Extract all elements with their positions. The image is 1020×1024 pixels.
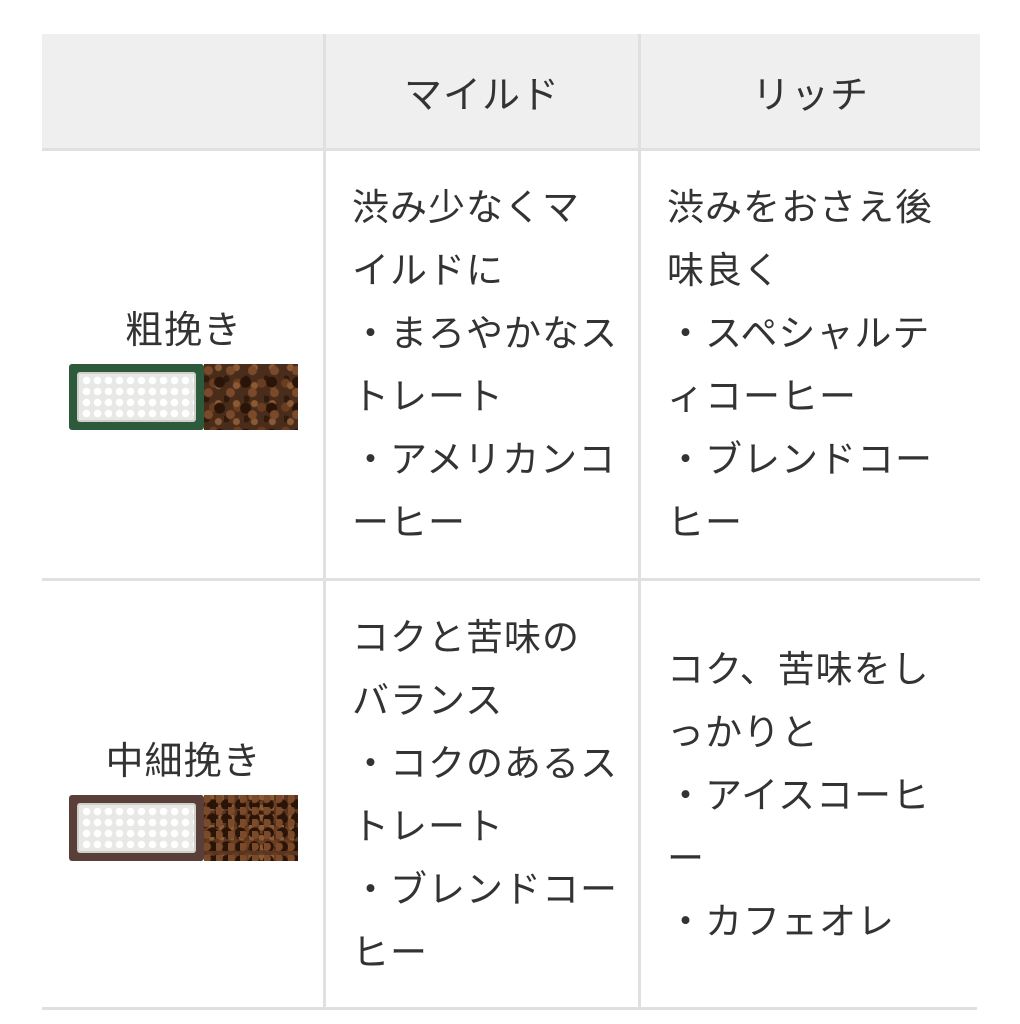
desc-line: ヒー [667,500,743,544]
desc-line: ・コクのあるス [352,742,618,785]
grind-label: 粗挽き [124,308,242,352]
grind-label: 中細挽き [105,738,262,783]
desc-line: 味良く [667,248,781,292]
desc-line: 渋み少なくマ [352,185,580,229]
grinder-blade [69,364,204,430]
table-bottom-border [42,1007,977,1010]
medium-fine-grinder-icon [69,794,298,861]
grind-taste-table: マイルド リッチ 粗挽き 渋み少なくマ イルドに ・まろやかなス トレート ・ア… [42,34,980,1009]
desc-line: ーヒー [352,500,466,544]
grinder-blade [69,794,204,861]
desc-line: ・アイスコーヒ [667,773,931,817]
cell-coarse-rich: 渋みをおさえ後 味良く ・スペシャルテ ィコーヒー ・ブレンドコー ヒー [641,151,980,578]
coarse-grinder-icon [69,364,298,430]
desc-line: っかりと [667,710,819,754]
row-label-coarse: 粗挽き [42,151,323,578]
cell-coarse-mild: 渋み少なくマ イルドに ・まろやかなス トレート ・アメリカンコ ーヒー [326,151,638,578]
coarse-grounds-image [204,364,298,430]
medium-fine-grounds-image [204,794,298,861]
desc-line: ー [667,836,705,880]
desc-line: コク、苦味をし [667,647,930,691]
row-label-medium-fine: 中細挽き [42,581,323,1009]
cell-medium-fine-rich: コク、苦味をし っかりと ・アイスコーヒ ー ・カフェオレ [641,581,980,1009]
desc-line: ・ブレンドコー [352,868,618,911]
desc-line: 渋みをおさえ後 [667,185,933,229]
desc-line: トレート [352,805,504,848]
desc-line: ・アメリカンコ [352,437,617,481]
desc-line: イルドに [352,248,504,292]
desc-line: トレート [352,374,504,418]
desc-line: ・ブレンドコー [667,437,933,481]
desc-line: バランス [352,679,504,722]
header-empty-cell [42,34,323,148]
header-mild: マイルド [326,34,638,148]
cell-medium-fine-mild: コクと苦味の バランス ・コクのあるス トレート ・ブレンドコー ヒー [326,581,638,1009]
header-rich: リッチ [641,34,980,148]
desc-line: ・カフェオレ [667,899,895,943]
desc-line: ィコーヒー [667,374,857,418]
desc-line: コクと苦味の [352,616,580,659]
desc-line: ヒー [352,931,428,974]
desc-line: ・まろやかなス [352,311,618,355]
desc-line: ・スペシャルテ [667,311,931,355]
